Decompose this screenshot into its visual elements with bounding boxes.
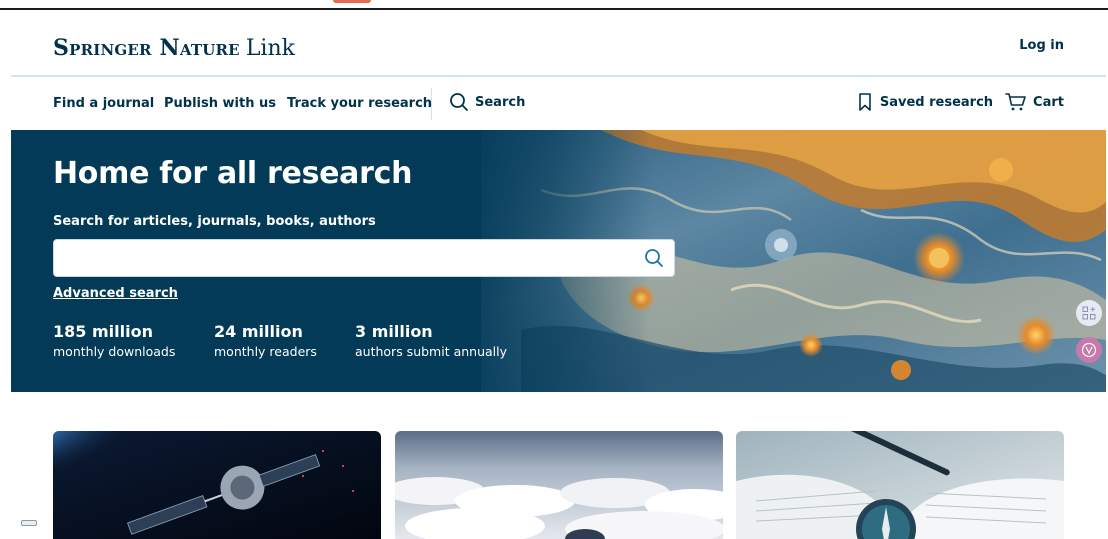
cart-link[interactable]: Cart [1005, 92, 1064, 112]
stat-downloads: 185 million monthly downloads [53, 322, 175, 359]
nav-search-button[interactable]: Search [449, 92, 525, 112]
grid-plus-icon [1082, 306, 1096, 320]
stat-value: 24 million [214, 322, 303, 341]
hero-search-submit[interactable] [644, 248, 664, 272]
stat-label: monthly readers [214, 344, 317, 359]
extension-widget-button[interactable] [1076, 300, 1102, 326]
saved-research-link[interactable]: Saved research [856, 92, 993, 112]
stat-readers: 24 million monthly readers [214, 322, 317, 359]
hero-title: Home for all research [53, 156, 413, 191]
bookmark-icon [859, 93, 871, 111]
nav-track-research[interactable]: Track your research [287, 96, 432, 111]
main-nav: Find a journal Publish with us Track you… [11, 78, 1106, 130]
nav-search-label: Search [475, 94, 526, 110]
search-icon [645, 249, 663, 267]
feature-card-compass-book[interactable] [736, 431, 1064, 539]
stat-label: monthly downloads [53, 344, 176, 359]
nav-find-journal[interactable]: Find a journal [53, 96, 154, 111]
compass-book-image [736, 431, 1064, 539]
cart-label: Cart [1033, 94, 1064, 110]
nav-publish-with-us[interactable]: Publish with us [164, 96, 276, 111]
feature-card-clouds[interactable] [395, 431, 723, 539]
hero-search-label: Search for articles, journals, books, au… [53, 214, 376, 229]
stat-value: 3 million [355, 322, 433, 341]
saved-research-label: Saved research [879, 94, 994, 110]
stat-authors: 3 million authors submit annually [355, 322, 507, 359]
stat-value: 185 million [53, 322, 153, 341]
feature-card-satellite[interactable] [53, 431, 381, 539]
translate-icon [1081, 342, 1097, 358]
top-rule [0, 8, 1108, 10]
login-link[interactable]: Log in [1019, 38, 1064, 53]
advanced-search-link[interactable]: Advanced search [53, 286, 178, 301]
site-header: Springer Nature Link Log in [11, 18, 1106, 77]
clouds-image [395, 431, 723, 539]
springer-nature-link-logo[interactable]: Springer Nature Link [53, 35, 295, 61]
cart-icon [1005, 93, 1026, 111]
nav-divider [431, 88, 432, 120]
top-accent [333, 0, 371, 3]
search-icon [450, 93, 468, 111]
logo-brand: Springer Nature [53, 35, 240, 61]
translate-widget-button[interactable] [1076, 337, 1102, 363]
logo-link-text: Link [245, 36, 295, 61]
nav-right-group: Saved research Cart [856, 92, 1064, 112]
satellite-image [53, 431, 381, 539]
hero-search-input[interactable] [54, 240, 634, 276]
hero-banner: Home for all research Search for article… [11, 130, 1106, 392]
stat-label: authors submit annually [355, 344, 508, 359]
hero-search-box [53, 239, 675, 277]
scroll-to-top-button[interactable] [21, 520, 37, 526]
